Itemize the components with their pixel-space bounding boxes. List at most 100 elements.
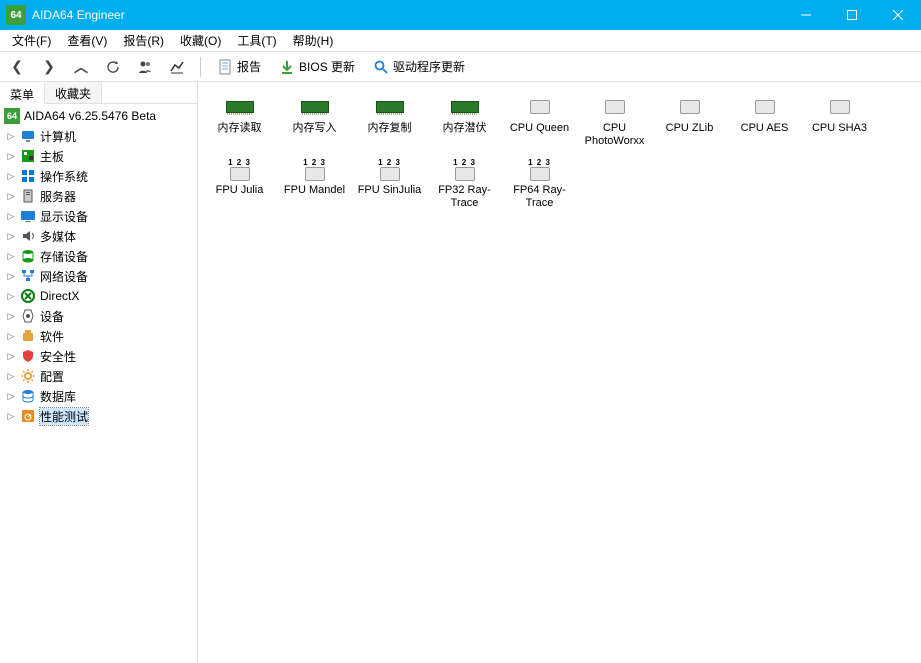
windows-icon: [20, 168, 36, 184]
expand-icon[interactable]: ▷: [6, 231, 16, 242]
back-button[interactable]: [6, 56, 28, 78]
driver-label: 驱动程序更新: [393, 58, 465, 75]
tree-item[interactable]: ▷存储设备: [2, 246, 195, 266]
software-icon: [20, 328, 36, 344]
tree-item[interactable]: ▷ 性能测试: [2, 406, 195, 426]
tree-item[interactable]: ▷ 网络设备: [2, 266, 195, 286]
sidebar-tab[interactable]: 收藏夹: [45, 82, 102, 103]
app-logo-small: 64: [4, 108, 20, 124]
tree-item[interactable]: ▷DirectX: [2, 286, 195, 306]
expand-icon[interactable]: ▷: [6, 211, 16, 222]
tree-item[interactable]: ▷软件: [2, 326, 195, 346]
benchmark-label: FPU Julia: [216, 184, 264, 210]
tree-item[interactable]: ▷ 操作系统: [2, 166, 195, 186]
tree-item[interactable]: ▷多媒体: [2, 226, 195, 246]
tree-root-label: AIDA64 v6.25.5476 Beta: [24, 109, 156, 123]
report-label: 报告: [237, 58, 261, 75]
benchmark-item[interactable]: 内存潜伏: [427, 90, 502, 152]
storage-icon: [20, 248, 36, 264]
driver-update-button[interactable]: 驱动程序更新: [369, 56, 469, 77]
expand-icon[interactable]: ▷: [6, 311, 16, 322]
report-button[interactable]: 报告: [213, 56, 265, 77]
benchmark-item[interactable]: 1 2 3FP32 Ray-Trace: [427, 152, 502, 214]
tree-item[interactable]: ▷服务器: [2, 186, 195, 206]
tree-item-label: 网络设备: [40, 268, 88, 285]
tree-item[interactable]: ▷设备: [2, 306, 195, 326]
tree-item[interactable]: ▷ 安全性: [2, 346, 195, 366]
ram-icon: [301, 101, 329, 113]
benchmark-item[interactable]: CPU PhotoWorxx: [577, 90, 652, 152]
chart-icon[interactable]: [166, 56, 188, 78]
tree-item[interactable]: ▷ 显示设备: [2, 206, 195, 226]
display-icon: [20, 208, 36, 224]
tree-item[interactable]: ▷ 计算机: [2, 126, 195, 146]
expand-icon[interactable]: ▷: [6, 291, 16, 302]
benchmark-item[interactable]: CPU Queen: [502, 90, 577, 152]
maximize-button[interactable]: [829, 0, 875, 30]
menu-item[interactable]: 报告(R): [115, 29, 172, 52]
expand-icon[interactable]: ▷: [6, 151, 16, 162]
sidebar-tab[interactable]: 菜单: [0, 83, 45, 104]
tree-item-label: 安全性: [40, 348, 76, 365]
expand-icon[interactable]: ▷: [6, 131, 16, 142]
cpu-icon: [380, 167, 400, 181]
ram-icon: [451, 101, 479, 113]
tree-item-label: 性能测试: [40, 408, 88, 425]
tree: 64AIDA64 v6.25.5476 Beta▷计算机▷主板▷操作系统▷服务器…: [0, 104, 197, 663]
benchmark-item[interactable]: 1 2 3FPU SinJulia: [352, 152, 427, 214]
tree-item[interactable]: ▷主板: [2, 146, 195, 166]
search-icon: [373, 59, 389, 75]
benchmark-label: CPU AES: [741, 122, 789, 148]
benchmark-item[interactable]: CPU AES: [727, 90, 802, 152]
menu-item[interactable]: 工具(T): [229, 29, 284, 52]
expand-icon[interactable]: ▷: [6, 251, 16, 262]
benchmark-label: 内存复制: [368, 122, 412, 148]
expand-icon[interactable]: ▷: [6, 271, 16, 282]
expand-icon[interactable]: ▷: [6, 351, 16, 362]
benchmark-icon: [20, 408, 36, 424]
tree-root[interactable]: 64 AIDA64 v6.25.5476 Beta: [2, 106, 195, 126]
menu-bar: 文件(F)查看(V)报告(R)收藏(O)工具(T)帮助(H): [0, 30, 921, 52]
expand-icon[interactable]: ▷: [6, 331, 16, 342]
tree-item-label: 数据库: [40, 388, 76, 405]
benchmark-item[interactable]: 1 2 3FP64 Ray-Trace: [502, 152, 577, 214]
minimize-button[interactable]: [783, 0, 829, 30]
close-button[interactable]: [875, 0, 921, 30]
benchmark-item[interactable]: 1 2 3FPU Julia: [202, 152, 277, 214]
tree-item[interactable]: ▷ 数据库: [2, 386, 195, 406]
expand-icon[interactable]: ▷: [6, 411, 16, 422]
cpu-icon: [305, 167, 325, 181]
benchmark-item[interactable]: CPU SHA3: [802, 90, 877, 152]
benchmark-label: CPU Queen: [510, 122, 569, 148]
forward-button[interactable]: [38, 56, 60, 78]
benchmark-item[interactable]: CPU ZLib: [652, 90, 727, 152]
tree-item-label: 计算机: [40, 128, 76, 145]
menu-item[interactable]: 文件(F): [4, 29, 59, 52]
expand-icon[interactable]: ▷: [6, 371, 16, 382]
refresh-button[interactable]: [102, 56, 124, 78]
server-icon: [20, 188, 36, 204]
expand-icon[interactable]: ▷: [6, 191, 16, 202]
menu-item[interactable]: 帮助(H): [285, 29, 342, 52]
tree-item-label: 操作系统: [40, 168, 88, 185]
up-button[interactable]: [70, 56, 92, 78]
benchmark-item[interactable]: 1 2 3FPU Mandel: [277, 152, 352, 214]
menu-item[interactable]: 查看(V): [59, 29, 115, 52]
benchmark-label: FPU Mandel: [284, 184, 345, 210]
users-icon[interactable]: [134, 56, 156, 78]
tree-item-label: 显示设备: [40, 208, 88, 225]
title-bar: 64 AIDA64 Engineer: [0, 0, 921, 30]
expand-icon[interactable]: ▷: [6, 391, 16, 402]
tree-item[interactable]: ▷配置: [2, 366, 195, 386]
report-icon: [217, 59, 233, 75]
benchmark-item[interactable]: 内存复制: [352, 90, 427, 152]
menu-item[interactable]: 收藏(O): [172, 29, 229, 52]
speaker-icon: [20, 228, 36, 244]
network-icon: [20, 268, 36, 284]
benchmark-item[interactable]: 内存读取: [202, 90, 277, 152]
toolbar-separator: [200, 57, 201, 77]
benchmark-label: FPU SinJulia: [358, 184, 422, 210]
benchmark-item[interactable]: 内存写入: [277, 90, 352, 152]
bios-update-button[interactable]: BIOS 更新: [275, 56, 359, 77]
expand-icon[interactable]: ▷: [6, 171, 16, 182]
